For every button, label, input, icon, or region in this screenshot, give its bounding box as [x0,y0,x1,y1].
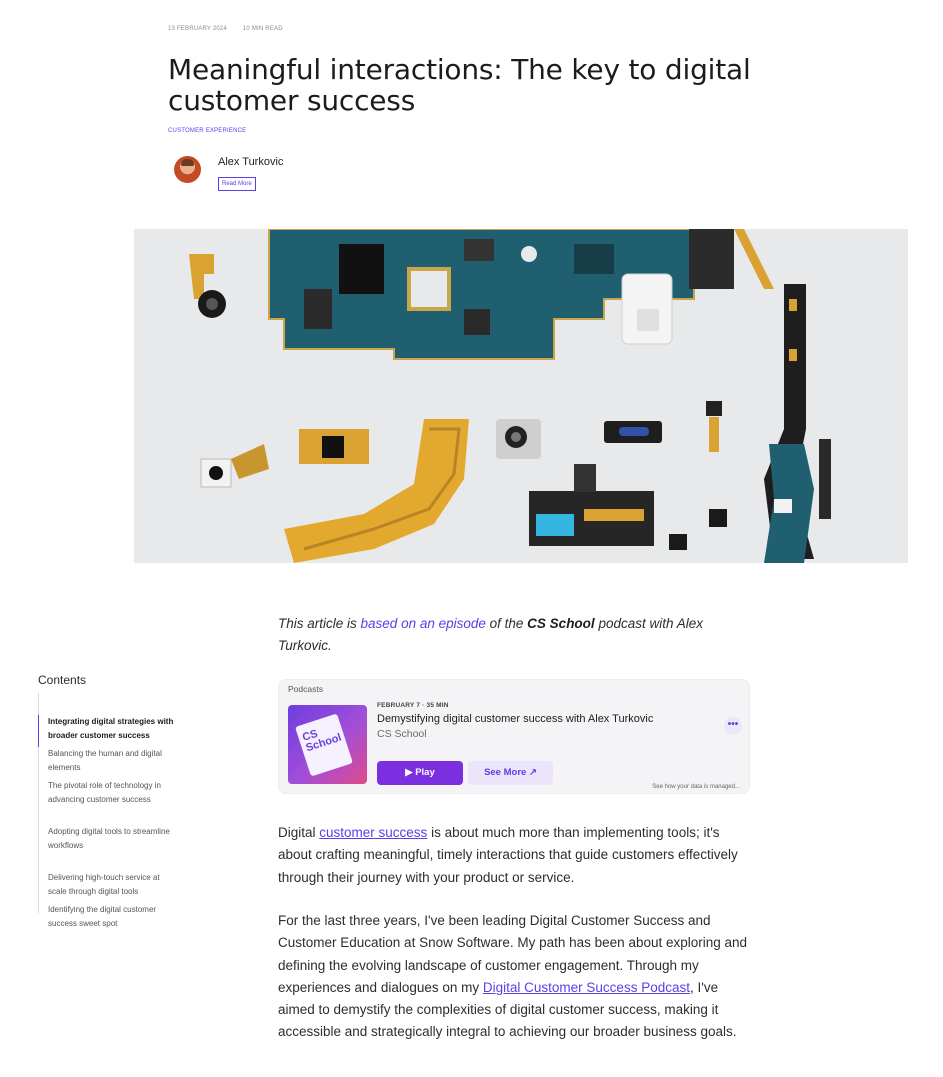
toc-item-integrating[interactable]: Integrating digital strategies with broa… [48,715,180,743]
toc-item-high-touch[interactable]: Delivering high-touch service at scale t… [48,871,180,899]
table-of-contents: Contents Integrating digital strategies … [38,673,188,928]
play-icon: ▶ [405,767,416,778]
notebook-graphic: CS School [295,713,353,777]
author-name: Alex Turkovic [218,156,284,168]
toc-item-sweet-spot[interactable]: Identifying the digital customer success… [48,903,180,931]
avatar [174,156,201,183]
see-more-button[interactable]: See More ↗ [468,761,553,785]
play-label: Play [415,767,435,778]
page-title: Meaningful interactions: The key to digi… [168,53,751,117]
podcast-artwork[interactable]: CS School [288,705,367,784]
body-paragraph-1: Digital customer success is about much m… [278,822,750,889]
intro-middle: of the [485,616,528,631]
toc-item-technology[interactable]: The pivotal role of technology in advanc… [48,779,180,807]
data-managed-link[interactable]: See how your data is managed... [652,784,740,790]
toc-list: Integrating digital strategies with broa… [38,693,188,928]
episode-link[interactable]: based on an episode [361,616,486,631]
p1-prefix: Digital [278,825,320,840]
publish-date: 13 FEBRUARY 2024 [168,26,228,32]
customer-success-link[interactable]: customer success [319,825,427,840]
podcast-brand: Podcasts [288,684,323,694]
circuit-parts-illustration [134,229,908,563]
play-button[interactable]: ▶ Play [377,761,463,785]
episode-date: FEBRUARY 7 · 35 MIN [377,702,449,709]
external-arrow-icon: ↗ [526,767,537,778]
hero-image [134,229,908,563]
podcast-link[interactable]: Digital Customer Success Podcast [483,980,690,995]
read-more-button[interactable]: Read More [218,177,256,191]
see-more-label: See More [484,767,527,778]
category-tag[interactable]: CUSTOMER EXPERIENCE [168,128,246,134]
podcast-brand-label: Podcasts [288,684,323,694]
intro-prefix: This article is [278,616,361,631]
podcast-embed: Podcasts CS School FEBRUARY 7 · 35 MIN D… [278,679,750,794]
podcast-show-name[interactable]: CS School [377,728,427,740]
toc-item-adopting-tools[interactable]: Adopting digital tools to streamline wor… [48,825,180,853]
toc-heading: Contents [38,673,87,687]
toc-active-indicator [38,715,39,747]
intro-paragraph: This article is based on an episode of t… [278,613,750,658]
show-name: CS School [527,616,595,631]
more-options-icon[interactable]: ••• [724,717,742,735]
artwork-text: CS School [301,727,343,755]
toc-item-balancing[interactable]: Balancing the human and digital elements [48,747,180,775]
article-meta: 13 FEBRUARY 2024 10 MIN READ [168,26,297,32]
body-paragraph-2: For the last three years, I've been lead… [278,910,750,1044]
read-time: 10 MIN READ [242,26,283,32]
episode-title[interactable]: Demystifying digital customer success wi… [377,713,653,725]
